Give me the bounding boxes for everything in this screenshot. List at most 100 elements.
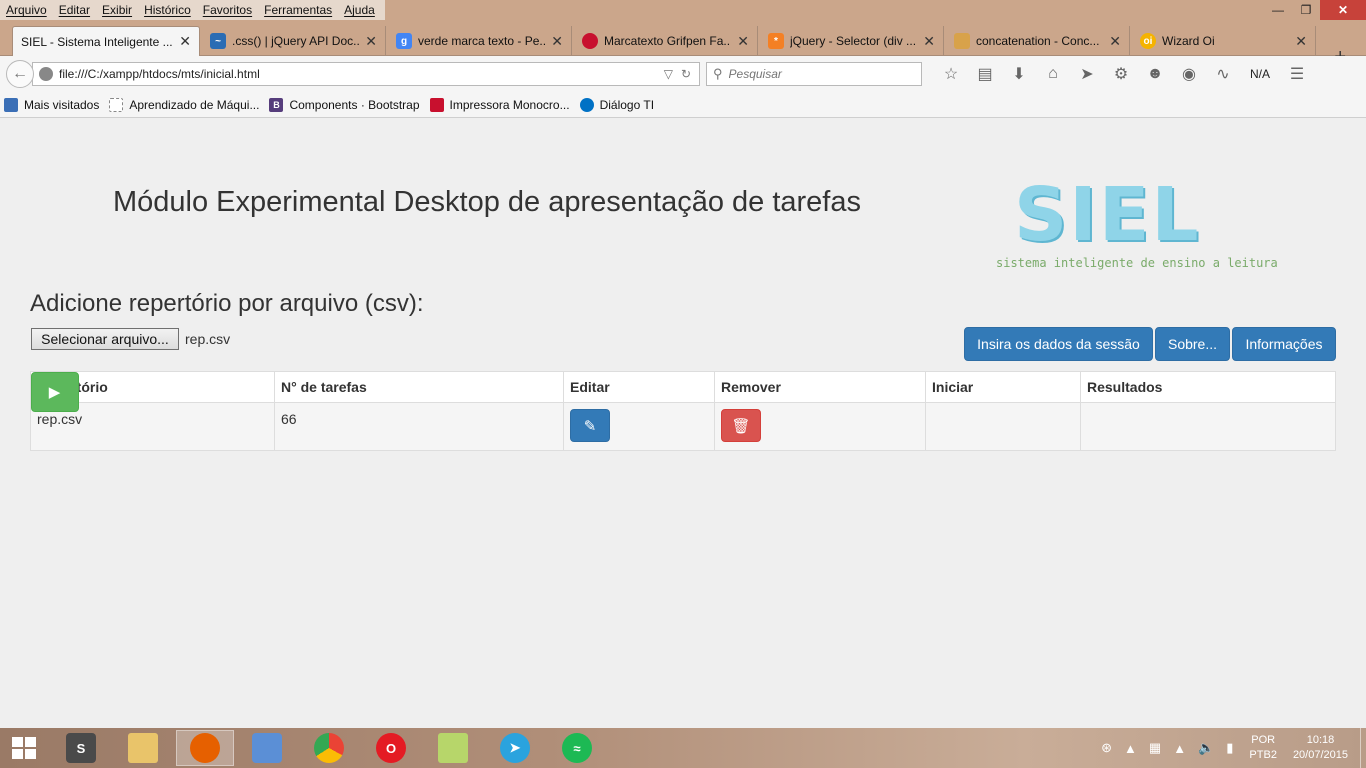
menu-editar[interactable]: Editar	[53, 0, 96, 20]
search-input[interactable]	[728, 67, 909, 81]
stackexchange-favicon-icon	[954, 33, 970, 49]
taskbar-spotify[interactable]: ≈	[548, 730, 606, 766]
tab-jquery-css[interactable]: ~ .css() | jQuery API Doc... ✕	[202, 26, 386, 56]
show-desktop-button[interactable]	[1360, 728, 1366, 768]
close-tab-icon[interactable]: ✕	[551, 33, 563, 50]
menu-ajuda[interactable]: Ajuda	[338, 0, 381, 20]
tab-wizard-oi[interactable]: oi Wizard Oi ✕	[1132, 26, 1316, 56]
search-bar[interactable]: ⚲	[706, 62, 922, 86]
power-icon[interactable]: ▮	[1226, 740, 1233, 756]
opera-icon: O	[376, 733, 406, 763]
bookmark-bootstrap[interactable]: B Components · Bootstrap	[269, 97, 420, 112]
remove-button[interactable]: 🗑	[721, 409, 761, 442]
taskbar-virtualbox[interactable]	[238, 730, 296, 766]
reading-list-icon[interactable]: ▤	[968, 64, 1002, 84]
dropdown-arrow-icon[interactable]: ▽	[664, 67, 673, 81]
globe-icon	[39, 67, 53, 81]
stackoverflow-favicon-icon: *	[768, 33, 784, 49]
tab-title: jQuery - Selector (div ...	[790, 34, 917, 48]
menu-arquivo[interactable]: Arquivo	[0, 0, 53, 20]
taskbar-chrome[interactable]	[300, 730, 358, 766]
close-tab-icon[interactable]: ✕	[179, 33, 191, 50]
clock-time: 10:18	[1306, 734, 1335, 746]
start-button[interactable]: ▶	[30, 371, 79, 412]
back-button[interactable]: ←	[6, 60, 34, 88]
repertoire-table: Repertório N° de tarefas Editar Remover …	[30, 371, 1336, 451]
bookmark-aprendizado[interactable]: Aprendizado de Máqui...	[109, 97, 259, 112]
menu-items: Arquivo Editar Exibir Histórico Favorito…	[0, 0, 385, 20]
start-button[interactable]	[0, 728, 48, 768]
session-data-button[interactable]: Insira os dados da sessão	[964, 327, 1153, 361]
menu-historico[interactable]: Histórico	[138, 0, 197, 20]
url-text[interactable]: file:///C:/xampp/htdocs/mts/inicial.html	[59, 67, 664, 81]
bookmark-dialogo-ti[interactable]: Diálogo TI	[579, 97, 654, 112]
tab-concatenation[interactable]: concatenation - Conc... ✕	[946, 26, 1130, 56]
close-tab-icon[interactable]: ✕	[1109, 33, 1121, 50]
volume-icon[interactable]: 🔈	[1198, 740, 1214, 756]
edit-button[interactable]: ✎	[570, 409, 610, 442]
system-clock[interactable]: 10:18 20/07/2015	[1293, 733, 1348, 763]
close-tab-icon[interactable]: ✕	[737, 33, 749, 50]
tab-title: verde marca texto - Pe...	[418, 34, 546, 48]
chat-icon[interactable]: ☻	[1138, 65, 1172, 83]
menu-ferramentas[interactable]: Ferramentas	[258, 0, 338, 20]
wifi-icon[interactable]: ▲	[1173, 741, 1186, 756]
folder-icon	[128, 733, 158, 763]
language-line1: POR	[1251, 734, 1276, 746]
menu-exibir[interactable]: Exibir	[96, 0, 138, 20]
input-language[interactable]: POR PTB2	[1249, 733, 1277, 763]
select-file-button[interactable]: Selecionar arquivo...	[31, 328, 179, 350]
reload-icon[interactable]: ↻	[681, 67, 691, 81]
sublime-icon: S	[66, 733, 96, 763]
page-icon	[109, 97, 124, 112]
show-hidden-icons-icon[interactable]: ▲	[1124, 741, 1137, 756]
windows-taskbar: S O ➤ ≈ ⊛ ▲ ▦ ▲ 🔈 ▮ POR PTB2 10:18 20/07…	[0, 728, 1366, 768]
tab-google-search[interactable]: g verde marca texto - Pe... ✕	[388, 26, 572, 56]
intel-icon	[579, 97, 594, 112]
restore-icon[interactable]: ❐	[1292, 0, 1320, 20]
taskbar-sublime[interactable]: S	[52, 730, 110, 766]
menu-favoritos[interactable]: Favoritos	[197, 0, 258, 20]
sticky-notes-icon	[438, 733, 468, 763]
tab-marcatexto[interactable]: Marcatexto Grifpen Fa... ✕	[574, 26, 758, 56]
cell-remover: 🗑	[714, 402, 926, 451]
close-tab-icon[interactable]: ✕	[365, 33, 377, 50]
info-button[interactable]: Informações	[1232, 327, 1336, 361]
globe-addon-icon[interactable]: ◉	[1172, 64, 1206, 84]
about-button[interactable]: Sobre...	[1155, 327, 1230, 361]
taskbar-sticky-notes[interactable]	[424, 730, 482, 766]
download-icon[interactable]: ⬇	[1002, 64, 1036, 84]
close-tab-icon[interactable]: ✕	[923, 33, 935, 50]
minimize-icon[interactable]: —	[1264, 0, 1292, 20]
bookmarks-bar: Mais visitados Aprendizado de Máqui... B…	[0, 92, 1366, 118]
addon-status[interactable]: N/A	[1240, 67, 1280, 81]
windows-flag-icon[interactable]: ▦	[1149, 740, 1161, 756]
send-icon[interactable]: ➤	[1070, 64, 1104, 84]
firefox-icon	[190, 733, 220, 763]
extension-icon[interactable]: ⚙	[1104, 64, 1138, 84]
tab-jquery-selector[interactable]: * jQuery - Selector (div ... ✕	[760, 26, 944, 56]
home-icon[interactable]: ⌂	[1036, 65, 1070, 83]
bookmark-impressora[interactable]: Impressora Monocro...	[429, 97, 570, 112]
bookmark-label: Components · Bootstrap	[289, 97, 420, 112]
bookmark-star-icon[interactable]: ☆	[934, 64, 968, 84]
taskbar-firefox[interactable]	[176, 730, 234, 766]
address-bar[interactable]: file:///C:/xampp/htdocs/mts/inicial.html…	[32, 62, 700, 86]
close-window-icon[interactable]: ✕	[1320, 0, 1366, 20]
graph-addon-icon[interactable]: ∿	[1206, 64, 1240, 84]
bookmark-mais-visitados[interactable]: Mais visitados	[4, 97, 100, 112]
oi-favicon-icon: oi	[1140, 33, 1156, 49]
taskbar-telegram[interactable]: ➤	[486, 730, 544, 766]
taskbar-explorer[interactable]	[114, 730, 172, 766]
network-signal-icon[interactable]: ⊛	[1101, 740, 1112, 756]
tab-title: concatenation - Conc...	[976, 34, 1100, 48]
logo-tagline: sistema inteligente de ensino a leitura	[996, 256, 1278, 270]
hamburger-menu-icon[interactable]: ☰	[1280, 64, 1314, 84]
bookmark-label: Mais visitados	[24, 97, 100, 112]
chrome-icon	[314, 733, 344, 763]
cell-editar: ✎	[563, 402, 715, 451]
cell-tarefas: 66	[274, 402, 564, 451]
tab-siel[interactable]: SIEL - Sistema Inteligente ... ✕	[12, 26, 200, 56]
taskbar-opera[interactable]: O	[362, 730, 420, 766]
close-tab-icon[interactable]: ✕	[1295, 33, 1307, 50]
